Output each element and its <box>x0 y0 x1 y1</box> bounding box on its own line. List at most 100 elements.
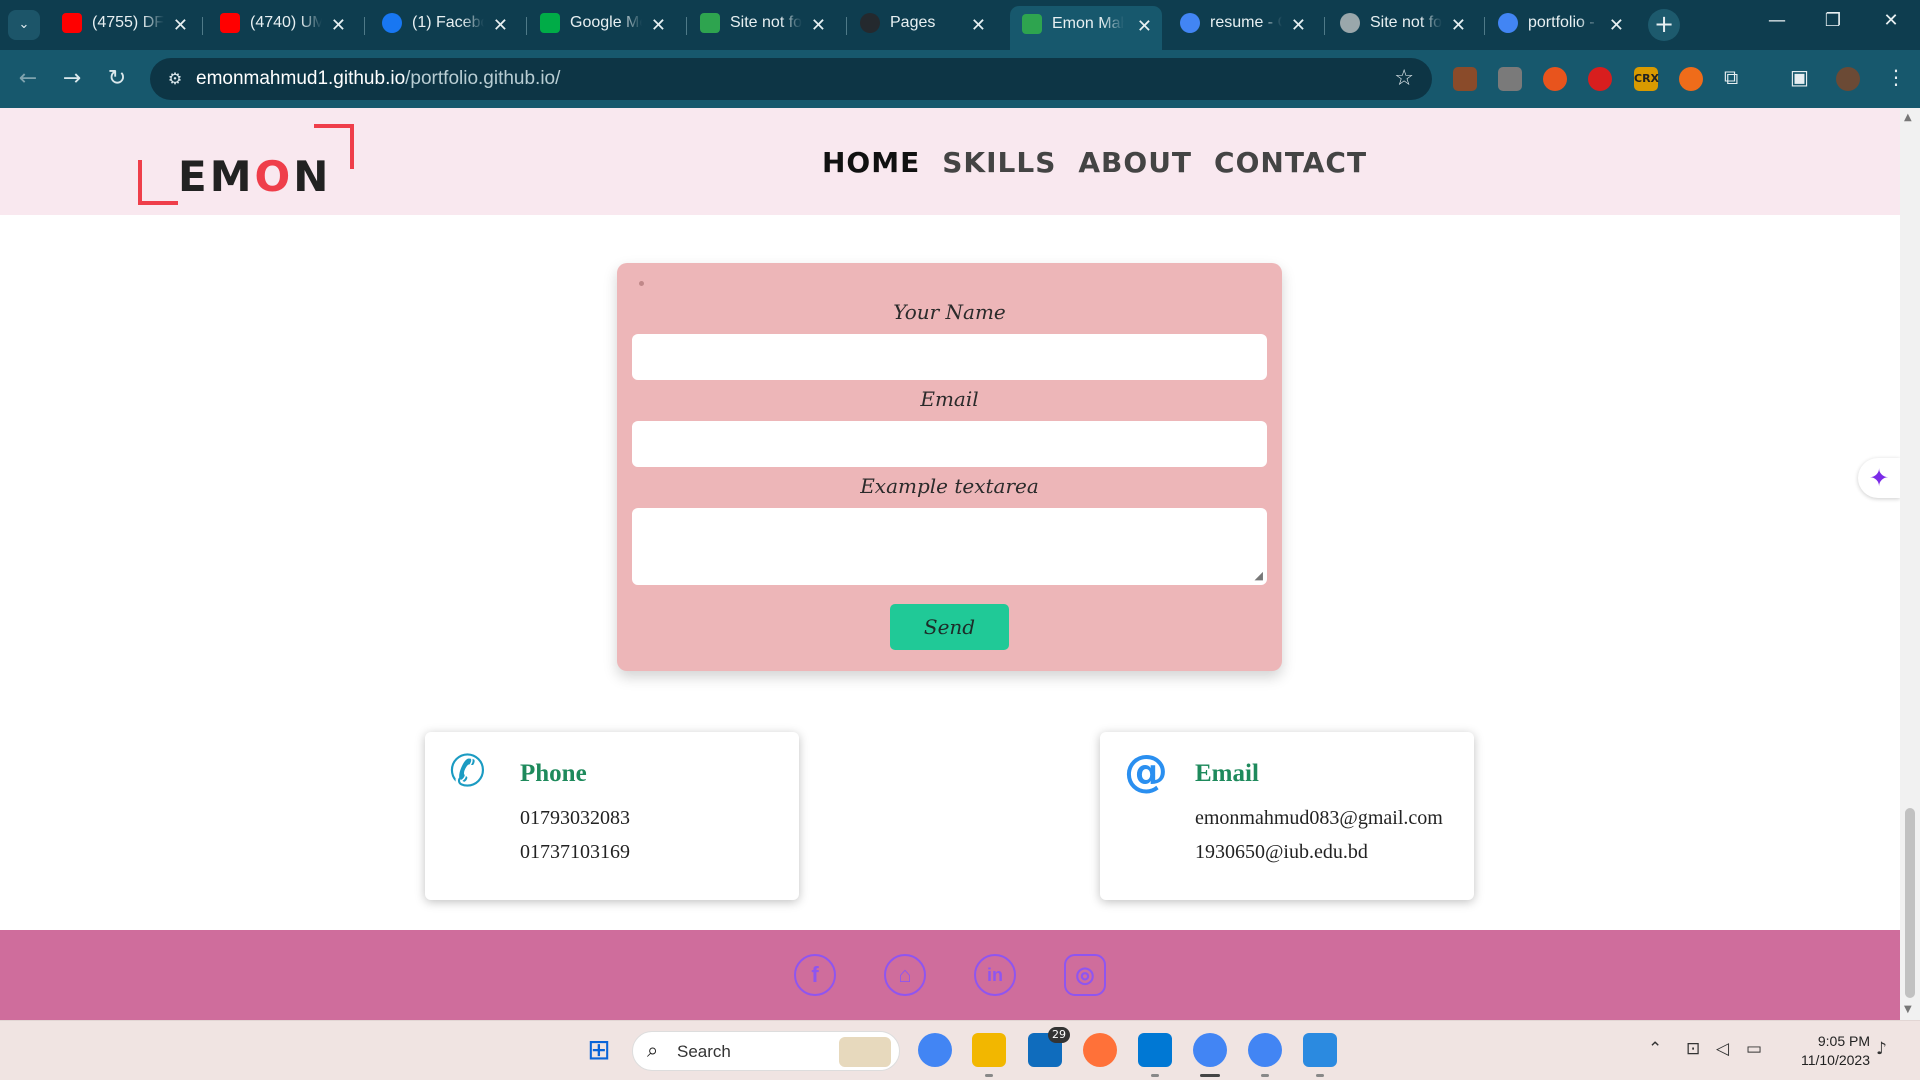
tab-9[interactable]: portfolio - Google ✕ <box>1486 8 1634 42</box>
network-icon[interactable]: ⊡ <box>1686 1039 1700 1059</box>
windows-start-icon[interactable]: ⊞ <box>582 1033 616 1067</box>
new-tab-button[interactable]: + <box>1648 9 1680 41</box>
message-textarea[interactable] <box>632 508 1267 585</box>
tab-title: portfolio - Google <box>1528 14 1600 31</box>
close-icon[interactable]: ✕ <box>651 8 666 42</box>
github-glyph: ⌂ <box>898 962 912 987</box>
close-icon[interactable]: ✕ <box>1291 8 1306 42</box>
photos-icon[interactable] <box>1303 1033 1337 1067</box>
close-icon[interactable]: ✕ <box>493 8 508 42</box>
tab-6-active[interactable]: Emon Mahmud ✕ <box>1010 6 1162 50</box>
minimize-button[interactable]: — <box>1757 10 1797 31</box>
tab-3[interactable]: Google Meet ✕ <box>528 8 676 42</box>
bookmark-star-icon[interactable]: ☆ <box>1394 58 1414 100</box>
youtube-icon <box>220 13 240 33</box>
linkedin-icon[interactable]: in <box>974 954 1016 996</box>
mail-icon[interactable]: 29 <box>1028 1027 1070 1067</box>
url-text[interactable]: emonmahmud1.github.io/portfolio.github.i… <box>196 58 560 100</box>
notification-bell-icon[interactable]: ♪ <box>1876 1039 1887 1059</box>
textarea-label: Example textarea <box>860 474 1039 498</box>
site-logo[interactable]: EMON <box>138 124 354 206</box>
youtube-icon <box>62 13 82 33</box>
facebook-glyph: f <box>811 962 819 987</box>
close-icon[interactable]: ✕ <box>173 8 188 42</box>
crx-extension-icon[interactable]: CRX <box>1634 67 1659 91</box>
nav-about-link[interactable]: ABOUT <box>1078 146 1192 179</box>
at-sign-icon: @ <box>1124 746 1168 797</box>
nav-contact-link[interactable]: CONTACT <box>1214 146 1367 179</box>
url-path: /portfolio.github.io/ <box>405 68 561 89</box>
send-button[interactable]: Send <box>890 604 1009 650</box>
tab-8[interactable]: Site not found ✕ <box>1328 8 1476 42</box>
close-icon[interactable]: ✕ <box>811 8 826 42</box>
chrome-profile-1-icon[interactable] <box>1193 1033 1227 1067</box>
tab-5[interactable]: Pages ✕ <box>848 8 996 42</box>
owl-extension-icon[interactable] <box>1498 67 1522 91</box>
more-menu-icon[interactable]: ⋮ <box>1886 65 1906 89</box>
scroll-up-icon[interactable]: ▲ <box>1904 112 1912 123</box>
profile-avatar[interactable] <box>1836 67 1860 91</box>
instagram-icon[interactable]: ◎ <box>1064 954 1106 996</box>
tab-1[interactable]: (4740) UML ✕ <box>208 8 356 42</box>
restore-button[interactable]: ❐ <box>1813 10 1853 31</box>
hand-stop-extension-icon[interactable] <box>1588 67 1612 91</box>
close-icon[interactable]: ✕ <box>1609 8 1624 42</box>
close-icon[interactable]: ✕ <box>1137 6 1152 46</box>
volume-icon[interactable]: ◁ <box>1716 1039 1729 1059</box>
tab-title: Google Meet <box>570 14 642 31</box>
tab-title: resume - Google <box>1210 14 1282 31</box>
chrome-profile-2-icon[interactable] <box>1248 1033 1282 1067</box>
close-icon[interactable]: ✕ <box>971 8 986 42</box>
close-icon[interactable]: ✕ <box>331 8 346 42</box>
taskbar-search[interactable]: ⌕ Search <box>632 1031 900 1071</box>
cookie-extension-icon[interactable] <box>1453 67 1477 91</box>
system-clock[interactable]: 9:05 PM 11/10/2023 <box>1778 1032 1870 1070</box>
phone-icon: ✆ <box>449 746 486 797</box>
rocket-extension-icon[interactable] <box>1679 67 1703 91</box>
page-scrollbar[interactable]: ▲ ▼ <box>1900 108 1920 1020</box>
tab-2[interactable]: (1) Facebook ✕ <box>370 8 518 42</box>
github-icon <box>860 13 880 33</box>
logo-o: O <box>254 152 294 201</box>
site-info-icon[interactable]: ⚙ <box>162 66 188 92</box>
globe-icon <box>1340 13 1360 33</box>
facebook-icon <box>382 13 402 33</box>
resize-handle-icon[interactable]: ◢ <box>1255 569 1263 582</box>
address-bar[interactable]: ⚙ emonmahmud1.github.io/portfolio.github… <box>150 58 1432 100</box>
contact-form: Your Name Email Example textarea ◢ Send <box>617 263 1282 671</box>
extensions-puzzle-icon[interactable]: ⧉ <box>1724 65 1738 89</box>
tab-0[interactable]: (4755) DFD ✕ <box>50 8 198 42</box>
tab-search-button[interactable]: ⌄ <box>8 10 40 40</box>
forward-button[interactable]: → <box>56 63 88 95</box>
tab-title: Emon Mahmud <box>1052 15 1124 32</box>
close-window-button[interactable]: ✕ <box>1871 10 1911 31</box>
browser-toolbar: ← → ↻ ⚙ emonmahmud1.github.io/portfolio.… <box>0 50 1920 108</box>
firefox-icon[interactable] <box>1083 1033 1117 1067</box>
nav-home-link[interactable]: HOME <box>822 146 920 179</box>
github-icon[interactable]: ⌂ <box>884 954 926 996</box>
vscode-icon[interactable] <box>1138 1033 1172 1067</box>
reload-button[interactable]: ↻ <box>101 63 133 95</box>
chrome-icon[interactable] <box>918 1033 952 1067</box>
chevron-up-icon[interactable]: ⌃ <box>1648 1039 1662 1059</box>
scroll-down-icon[interactable]: ▼ <box>1904 1004 1912 1015</box>
scroll-thumb[interactable] <box>1905 808 1915 998</box>
name-input[interactable] <box>632 334 1267 380</box>
tab-4[interactable]: Site not found ✕ <box>688 8 836 42</box>
tab-7[interactable]: resume - Google ✕ <box>1168 8 1316 42</box>
google-meet-icon <box>540 13 560 33</box>
ai-sparkle-button[interactable]: ✦ <box>1858 458 1900 498</box>
site-icon <box>1022 14 1042 34</box>
side-panel-icon[interactable]: ▣ <box>1790 65 1809 89</box>
tab-title: (1) Facebook <box>412 14 484 31</box>
battery-icon[interactable]: ▭ <box>1746 1039 1762 1059</box>
nav-skills-link[interactable]: SKILLS <box>942 146 1056 179</box>
flame-extension-icon[interactable] <box>1543 67 1567 91</box>
close-icon[interactable]: ✕ <box>1451 8 1466 42</box>
back-button[interactable]: ← <box>12 63 44 95</box>
mail-badge: 29 <box>1048 1027 1070 1043</box>
email-input[interactable] <box>632 421 1267 467</box>
facebook-icon[interactable]: f <box>794 954 836 996</box>
site-footer: f ⌂ in ◎ <box>0 930 1900 1020</box>
file-explorer-icon[interactable] <box>972 1033 1006 1067</box>
